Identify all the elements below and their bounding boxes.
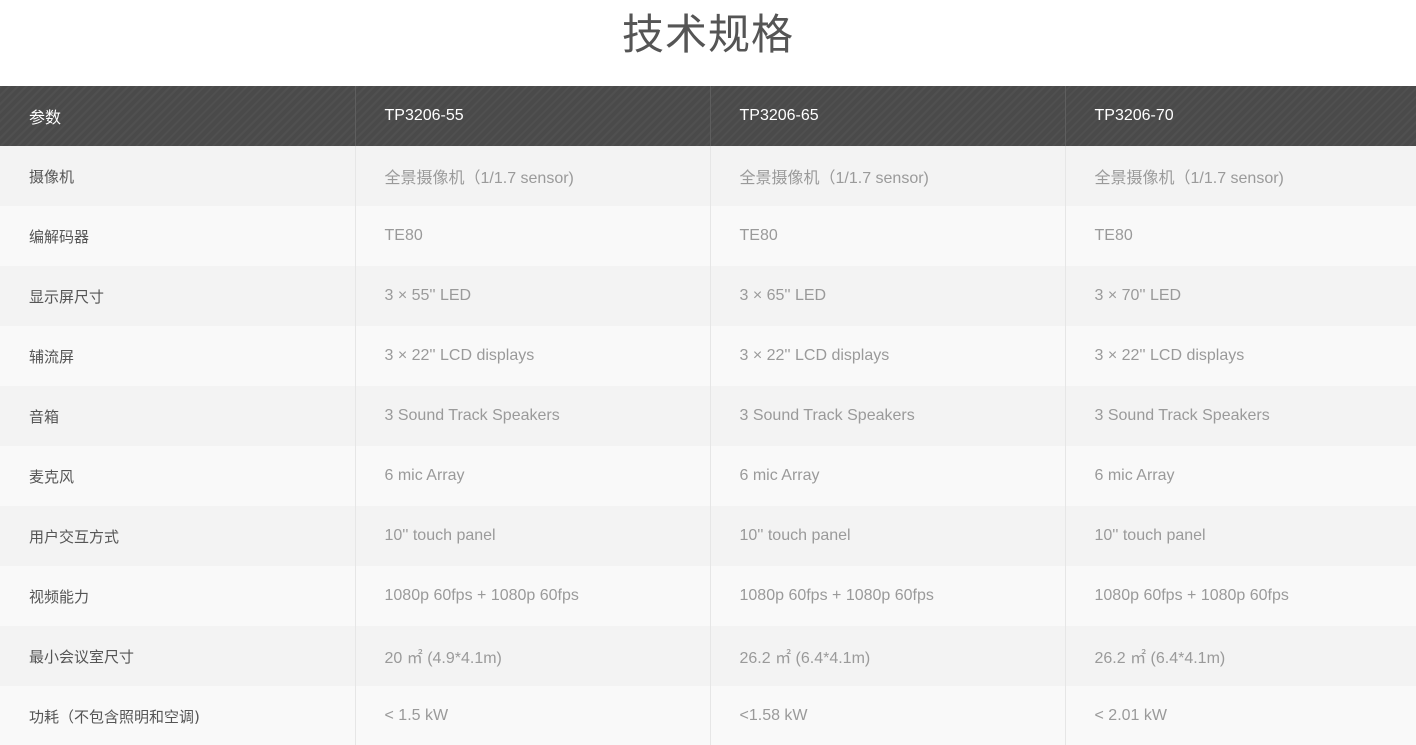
page-title: 技术规格 bbox=[621, 10, 794, 59]
value-cell-70: 1080p 60fps + 1080p 60fps bbox=[1064, 566, 1416, 626]
value-cell-70: 3 × 22'' LCD displays bbox=[1064, 326, 1416, 386]
value-cell-55: 3 × 55'' LED bbox=[354, 266, 710, 326]
spec-table-header: 参数 TP3206-55 TP3206-65 TP3206-70 bbox=[0, 86, 1416, 146]
table-row: 功耗（不包含照明和空调) < 1.5 kW <1.58 kW < 2.01 kW bbox=[0, 686, 1416, 745]
param-cell: 音箱 bbox=[29, 407, 60, 426]
value-cell-55: 全景摄像机（1/1.7 sensor) bbox=[354, 146, 710, 206]
value-cell-55: 20 ㎡ (4.9*4.1m) bbox=[354, 626, 710, 686]
table-row: 编解码器 TE80 TE80 TE80 bbox=[0, 206, 1416, 266]
spec-table-body: 摄像机 全景摄像机（1/1.7 sensor) 全景摄像机（1/1.7 sens… bbox=[0, 146, 1416, 745]
value-cell-70: < 2.01 kW bbox=[1064, 686, 1416, 745]
spec-page: 技术规格 参数 TP3206-55 TP3206-65 TP3206-70 摄像… bbox=[0, 0, 1416, 745]
value-cell-70: 10'' touch panel bbox=[1064, 506, 1416, 566]
param-cell: 功耗（不包含照明和空调) bbox=[29, 707, 200, 726]
param-cell: 视频能力 bbox=[29, 587, 90, 606]
value-cell-55: 10'' touch panel bbox=[354, 506, 710, 566]
header-model-65: TP3206-65 bbox=[709, 86, 1065, 146]
value-cell-65: 3 Sound Track Speakers bbox=[709, 386, 1065, 446]
table-row: 音箱 3 Sound Track Speakers 3 Sound Track … bbox=[0, 386, 1416, 446]
param-cell: 显示屏尺寸 bbox=[29, 287, 105, 306]
spec-table: 参数 TP3206-55 TP3206-65 TP3206-70 摄像机 全景摄… bbox=[0, 86, 1416, 745]
param-cell: 辅流屏 bbox=[29, 347, 75, 366]
value-cell-65: 6 mic Array bbox=[709, 446, 1065, 506]
table-row: 麦克风 6 mic Array 6 mic Array 6 mic Array bbox=[0, 446, 1416, 506]
table-row: 最小会议室尺寸 20 ㎡ (4.9*4.1m) 26.2 ㎡ (6.4*4.1m… bbox=[0, 626, 1416, 686]
value-cell-65: 1080p 60fps + 1080p 60fps bbox=[709, 566, 1065, 626]
value-cell-55: < 1.5 kW bbox=[354, 686, 710, 745]
header-model-70: TP3206-70 bbox=[1064, 86, 1416, 146]
value-cell-55: 1080p 60fps + 1080p 60fps bbox=[354, 566, 710, 626]
value-cell-55: 6 mic Array bbox=[354, 446, 710, 506]
value-cell-55: TE80 bbox=[354, 206, 710, 266]
value-cell-70: 26.2 ㎡ (6.4*4.1m) bbox=[1064, 626, 1416, 686]
header-model-55: TP3206-55 bbox=[354, 86, 710, 146]
value-cell-70: 3 Sound Track Speakers bbox=[1064, 386, 1416, 446]
value-cell-65: 26.2 ㎡ (6.4*4.1m) bbox=[709, 626, 1065, 686]
table-row: 辅流屏 3 × 22'' LCD displays 3 × 22'' LCD d… bbox=[0, 326, 1416, 386]
value-cell-65: 3 × 22'' LCD displays bbox=[709, 326, 1065, 386]
table-row: 摄像机 全景摄像机（1/1.7 sensor) 全景摄像机（1/1.7 sens… bbox=[0, 146, 1416, 206]
value-cell-65: 3 × 65'' LED bbox=[709, 266, 1065, 326]
param-cell: 最小会议室尺寸 bbox=[29, 647, 135, 666]
table-row: 用户交互方式 10'' touch panel 10'' touch panel… bbox=[0, 506, 1416, 566]
value-cell-70: TE80 bbox=[1064, 206, 1416, 266]
table-row: 显示屏尺寸 3 × 55'' LED 3 × 65'' LED 3 × 70''… bbox=[0, 266, 1416, 326]
value-cell-70: 3 × 70'' LED bbox=[1064, 266, 1416, 326]
param-cell: 编解码器 bbox=[29, 227, 90, 246]
value-cell-70: 全景摄像机（1/1.7 sensor) bbox=[1064, 146, 1416, 206]
value-cell-70: 6 mic Array bbox=[1064, 446, 1416, 506]
value-cell-65: TE80 bbox=[709, 206, 1065, 266]
header-row: 参数 TP3206-55 TP3206-65 TP3206-70 bbox=[0, 86, 1416, 146]
value-cell-65: 10'' touch panel bbox=[709, 506, 1065, 566]
param-cell: 摄像机 bbox=[29, 167, 75, 186]
table-row: 视频能力 1080p 60fps + 1080p 60fps 1080p 60f… bbox=[0, 566, 1416, 626]
param-cell: 麦克风 bbox=[29, 467, 75, 486]
value-cell-55: 3 × 22'' LCD displays bbox=[354, 326, 710, 386]
value-cell-55: 3 Sound Track Speakers bbox=[354, 386, 710, 446]
value-cell-65: <1.58 kW bbox=[709, 686, 1065, 745]
header-param: 参数 bbox=[29, 110, 62, 127]
param-cell: 用户交互方式 bbox=[29, 527, 120, 546]
value-cell-65: 全景摄像机（1/1.7 sensor) bbox=[709, 146, 1065, 206]
